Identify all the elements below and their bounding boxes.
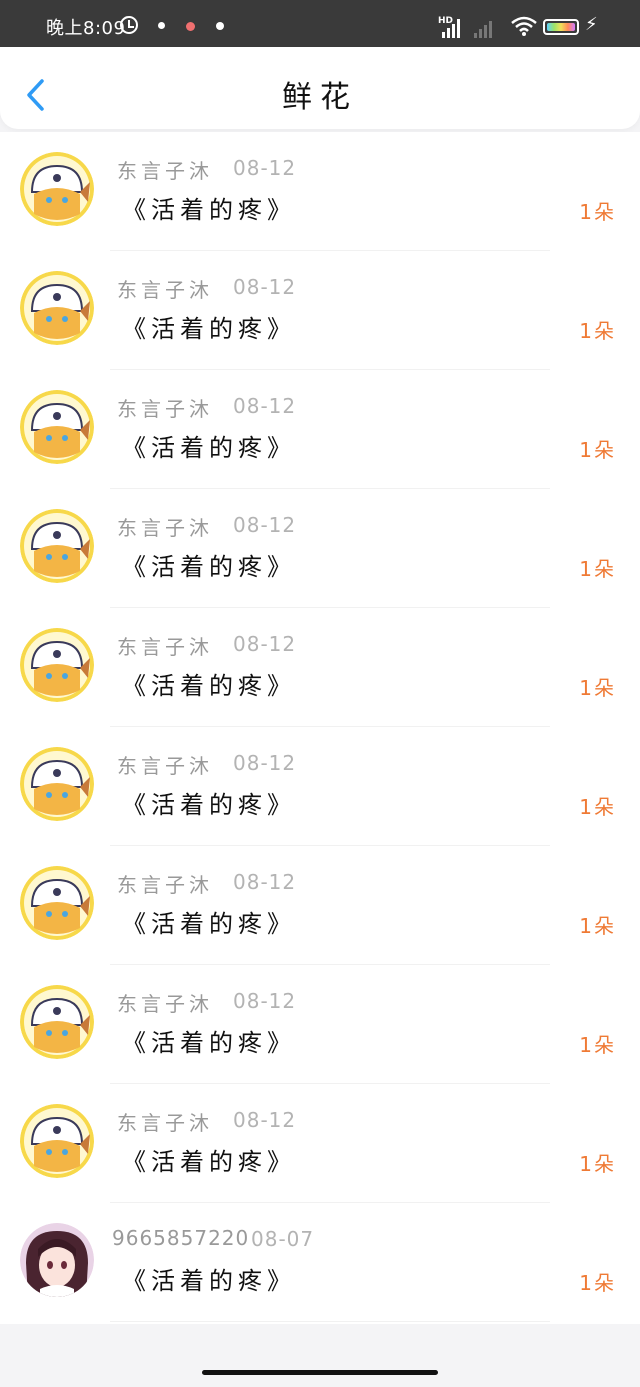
avatar[interactable] <box>20 1223 94 1297</box>
send-date: 08-12 <box>233 275 297 299</box>
send-date: 08-12 <box>233 870 297 894</box>
list-item[interactable]: 东言子沐 08-12 《活着的疼》 1朵 <box>0 251 640 370</box>
flower-list: 东言子沐 08-12 《活着的疼》 1朵 东言子沐 08-12 《活着的疼》 1… <box>0 132 640 1324</box>
signal-strength-secondary-icon <box>474 18 492 38</box>
book-title: 《活着的疼》 <box>122 1148 296 1176</box>
app-notification-icon <box>186 22 195 31</box>
sender-name: 东言子沐 <box>117 397 213 421</box>
flower-count: 1朵 <box>579 1271 616 1295</box>
divider <box>110 1321 550 1322</box>
book-title: 《活着的疼》 <box>122 672 296 700</box>
sender-name: 9665857220 <box>112 1226 250 1250</box>
book-title: 《活着的疼》 <box>122 1029 296 1057</box>
avatar[interactable] <box>20 509 94 583</box>
list-item[interactable]: 东言子沐 08-12 《活着的疼》 1朵 <box>0 132 640 251</box>
avatar[interactable] <box>20 152 94 226</box>
flower-count: 1朵 <box>579 438 616 462</box>
sender-name: 东言子沐 <box>117 992 213 1016</box>
flower-count: 1朵 <box>579 795 616 819</box>
sender-name: 东言子沐 <box>117 278 213 302</box>
send-date: 08-12 <box>233 1108 297 1132</box>
list-item[interactable]: 东言子沐 08-12 《活着的疼》 1朵 <box>0 727 640 846</box>
status-bar: 晚上8:09 HD ⚡ <box>0 0 640 47</box>
send-date: 08-12 <box>233 989 297 1013</box>
sender-name: 东言子沐 <box>117 635 213 659</box>
sender-name: 东言子沐 <box>117 873 213 897</box>
sender-name: 东言子沐 <box>117 754 213 778</box>
list-item[interactable]: 东言子沐 08-12 《活着的疼》 1朵 <box>0 608 640 727</box>
send-date: 08-12 <box>233 156 297 180</box>
signal-strength-icon <box>442 18 460 38</box>
avatar[interactable] <box>20 747 94 821</box>
flower-count: 1朵 <box>579 914 616 938</box>
book-title: 《活着的疼》 <box>122 1267 296 1295</box>
avatar[interactable] <box>20 390 94 464</box>
send-date: 08-12 <box>233 513 297 537</box>
avatar[interactable] <box>20 866 94 940</box>
list-item[interactable]: 东言子沐 08-12 《活着的疼》 1朵 <box>0 965 640 1084</box>
book-title: 《活着的疼》 <box>122 315 296 343</box>
flower-count: 1朵 <box>579 1152 616 1176</box>
sender-name: 东言子沐 <box>117 159 213 183</box>
flower-count: 1朵 <box>579 676 616 700</box>
notification-icon <box>158 22 165 29</box>
battery-charging-icon <box>543 19 579 35</box>
list-item[interactable]: 东言子沐 08-12 《活着的疼》 1朵 <box>0 489 640 608</box>
list-item[interactable]: 东言子沐 08-12 《活着的疼》 1朵 <box>0 370 640 489</box>
home-indicator[interactable] <box>202 1370 438 1375</box>
flower-count: 1朵 <box>579 1033 616 1057</box>
status-time: 晚上8:09 <box>46 18 126 39</box>
alarm-icon <box>120 16 138 34</box>
send-date: 08-12 <box>233 632 297 656</box>
book-title: 《活着的疼》 <box>122 434 296 462</box>
list-item[interactable]: 9665857220 08-07 《活着的疼》 1朵 <box>0 1203 640 1322</box>
list-item[interactable]: 东言子沐 08-12 《活着的疼》 1朵 <box>0 1084 640 1203</box>
send-date: 08-12 <box>233 751 297 775</box>
wifi-icon <box>511 16 537 36</box>
send-date: 08-12 <box>233 394 297 418</box>
page-title: 鲜花 <box>282 80 358 115</box>
flower-count: 1朵 <box>579 557 616 581</box>
sender-name: 东言子沐 <box>117 516 213 540</box>
avatar[interactable] <box>20 628 94 702</box>
book-title: 《活着的疼》 <box>122 553 296 581</box>
avatar[interactable] <box>20 271 94 345</box>
book-title: 《活着的疼》 <box>122 196 296 224</box>
charging-bolt-icon: ⚡ <box>585 14 598 35</box>
avatar[interactable] <box>20 985 94 1059</box>
send-date: 08-07 <box>251 1227 315 1251</box>
flower-count: 1朵 <box>579 200 616 224</box>
sender-name: 东言子沐 <box>117 1111 213 1135</box>
avatar[interactable] <box>20 1104 94 1178</box>
book-title: 《活着的疼》 <box>122 791 296 819</box>
clock-notification-icon <box>216 22 224 30</box>
flower-count: 1朵 <box>579 319 616 343</box>
book-title: 《活着的疼》 <box>122 910 296 938</box>
list-item[interactable]: 东言子沐 08-12 《活着的疼》 1朵 <box>0 846 640 965</box>
